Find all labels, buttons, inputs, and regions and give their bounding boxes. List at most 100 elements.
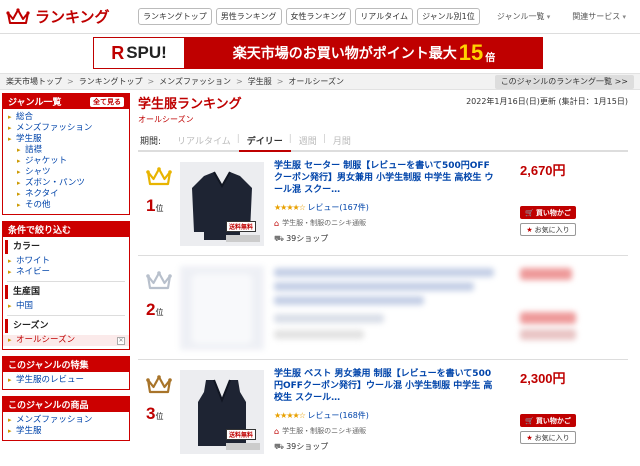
genre-item[interactable]: メンズファッション (8, 123, 124, 134)
spu-banner[interactable]: R SPU! 楽天市場のお買い物がポイント最大 15 倍 (93, 37, 543, 69)
genre-subitem[interactable]: その他 (8, 200, 124, 211)
feature-box-header: このジャンルの特集 (3, 357, 129, 372)
color-option[interactable]: ネイビー (8, 267, 124, 278)
filter-box-title: 条件で絞り込む (8, 226, 72, 236)
genre-item[interactable]: 総合 (8, 112, 124, 123)
shipping-line: ⛟ 39ショップ (274, 441, 494, 452)
add-to-cart-label: 買い物かご (535, 208, 571, 217)
breadcrumb-item[interactable]: オールシーズン (288, 76, 344, 87)
genre-box: ジャンル一覧 全て見る 総合 メンズファッション 学生服 詰襟 ジャケット シャ… (2, 93, 130, 215)
blurred-price (520, 268, 572, 280)
origin-filter-list: 中国 (3, 301, 129, 313)
add-to-cart-label: 買い物かご (535, 416, 571, 425)
genre-subitem[interactable]: ズボン・パンツ (8, 178, 124, 189)
breadcrumb-item[interactable]: メンズファッション (159, 76, 231, 87)
nav-men-ranking[interactable]: 男性ランキング (215, 8, 282, 25)
favorite-button[interactable]: ★ お気に入り (520, 431, 576, 444)
products-box: このジャンルの商品 メンズファッション 学生服 (2, 396, 130, 441)
shop-home-icon: ⌂ (274, 218, 280, 228)
shop-name-link[interactable]: 学生服・制服のニシキ通販 (282, 218, 366, 228)
filter-box: 条件で絞り込む カラー ホワイト ネイビー 生産国 中国 シーズン オールシーズ… (2, 221, 130, 350)
products-item[interactable]: 学生服 (8, 426, 124, 437)
nav-genre-first[interactable]: ジャンル別1位 (417, 8, 480, 25)
blurred-text (274, 268, 494, 277)
products-box-header: このジャンルの商品 (3, 397, 129, 412)
banner-message: 楽天市場のお買い物がポイント最大 15 倍 (185, 37, 543, 69)
filter-box-header: 条件で絞り込む (3, 222, 129, 237)
rank-suffix: 位 (155, 308, 164, 317)
breadcrumb-sep: > (236, 77, 243, 86)
tab-monthly[interactable]: 月間 (323, 134, 359, 150)
breadcrumb-item[interactable]: ランキングトップ (79, 76, 143, 87)
shop-name-link[interactable]: 学生服・制服のニシキ通販 (282, 426, 366, 436)
tab-weekly[interactable]: 週間 (289, 134, 325, 150)
add-to-cart-button[interactable]: 🛒 買い物かご (520, 206, 576, 219)
add-to-cart-button[interactable]: 🛒 買い物かご (520, 414, 576, 427)
shop-home-icon: ⌂ (274, 426, 280, 436)
cart-icon: 🛒 (525, 416, 534, 425)
genre-item[interactable]: 学生服 (8, 134, 124, 145)
header-nav: ランキングトップ 男性ランキング 女性ランキング リアルタイム ジャンル別1位 (138, 8, 480, 25)
divider (7, 281, 125, 282)
breadcrumb-sep: > (147, 77, 155, 86)
see-all-button[interactable]: 全て見る (90, 96, 124, 107)
free-shipping-bar (226, 443, 260, 450)
genre-subitem[interactable]: ジャケット (8, 156, 124, 167)
tab-realtime[interactable]: リアルタイム (169, 134, 239, 150)
nav-ranking-top[interactable]: ランキングトップ (138, 8, 212, 25)
genre-list: 総合 メンズファッション 学生服 詰襟 ジャケット シャツ ズボン・パンツ ネク… (3, 109, 129, 214)
nav-realtime[interactable]: リアルタイム (355, 8, 414, 25)
product-image[interactable]: 送料無料 (180, 162, 264, 246)
review-count-link[interactable]: レビュー(168件) (307, 411, 369, 420)
genre-subitem[interactable]: 詰襟 (8, 145, 124, 156)
spu-logo: R SPU! (93, 37, 185, 69)
breadcrumb-sep: > (67, 77, 74, 86)
silver-crown-icon (146, 271, 172, 290)
color-filter-list: ホワイト ネイビー (3, 256, 129, 279)
breadcrumb: 楽天市場トップ > ランキングトップ > メンズファッション > 学生服 > オールシー… (0, 73, 640, 90)
origin-option[interactable]: 中国 (8, 301, 124, 312)
bronze-crown-icon (146, 375, 172, 394)
origin-filter-label: 生産国 (5, 285, 129, 299)
products-list: メンズファッション 学生服 (3, 412, 129, 440)
genre-subitem[interactable]: シャツ (8, 167, 124, 178)
genre-ranking-list-button[interactable]: このジャンルのランキング一覧 >> (494, 75, 634, 89)
tab-daily[interactable]: デイリー (237, 134, 291, 152)
rank-number: 3位 (146, 404, 163, 424)
clear-filter-icon[interactable]: ✕ (117, 336, 125, 345)
blurred-product-image[interactable] (180, 266, 264, 350)
header-right: ジャンル一覧 関連サービス (497, 11, 634, 22)
product-name-link[interactable]: 学生服 ベスト 男女兼用 制服【レビューを書いて500円OFFクーポン発行】ウー… (274, 368, 494, 404)
product-image[interactable]: 送料無料 (180, 370, 264, 454)
feature-item[interactable]: 学生服のレビュー (8, 375, 124, 386)
review-line: ★★★★☆ レビュー(168件) (274, 410, 494, 421)
related-services-dropdown[interactable]: 関連サービス (572, 11, 626, 22)
nav-women-ranking[interactable]: 女性ランキング (285, 8, 352, 25)
color-option[interactable]: ホワイト (8, 256, 124, 267)
free-shipping-bar (226, 235, 260, 242)
season-selected-row: オールシーズン ✕ (3, 335, 129, 346)
ranking-logo[interactable]: ランキング (6, 6, 138, 27)
shipping-text: 39ショップ (286, 442, 329, 451)
blurred-text (274, 330, 364, 339)
period-tabs: 期間: リアルタイム デイリー 週間 月間 (138, 134, 628, 152)
breadcrumb-item[interactable]: 楽天市場トップ (6, 76, 62, 87)
feature-box-title: このジャンルの特集 (8, 361, 89, 371)
product-price: 2,670円 (520, 163, 566, 178)
genre-subitem[interactable]: ネクタイ (8, 189, 124, 200)
cart-icon: 🛒 (525, 208, 534, 217)
favorite-button[interactable]: ★ お気に入り (520, 223, 576, 236)
shop-line: ⌂ 学生服・制服のニシキ通販 (274, 426, 494, 436)
rating-stars: ★★★★☆ (274, 203, 306, 212)
review-count-link[interactable]: レビュー(167件) (307, 203, 369, 212)
season-selected-option[interactable]: オールシーズン (8, 335, 75, 346)
product-name-link[interactable]: 学生服 セーター 制服【レビューを書いて500円OFFクーポン発行】男女兼用 小… (274, 160, 494, 196)
breadcrumb-item[interactable]: 学生服 (248, 76, 272, 87)
rank-number: 2位 (146, 300, 163, 320)
genre-list-dropdown[interactable]: ジャンル一覧 (497, 11, 550, 22)
divider (7, 315, 125, 316)
product-info: 学生服 ベスト 男女兼用 制服【レビューを書いて500円OFFクーポン発行】ウー… (274, 368, 494, 452)
ranking-row: 3位 送料無料 学生服 ベスト 男女兼用 制服【レビューを書いて500円OFFク… (138, 360, 628, 464)
sidebar: ジャンル一覧 全て見る 総合 メンズファッション 学生服 詰襟 ジャケット シャ… (2, 93, 130, 447)
products-item[interactable]: メンズファッション (8, 415, 124, 426)
